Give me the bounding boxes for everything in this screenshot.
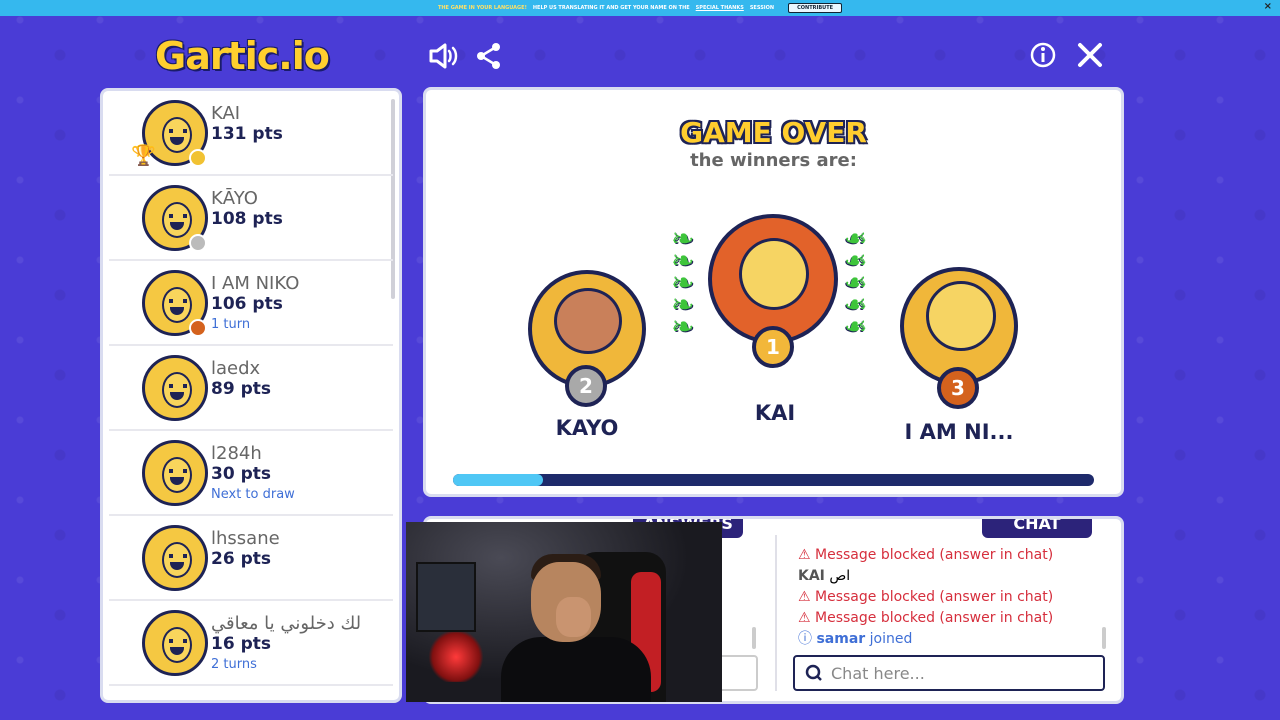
player-points: 26 pts [211, 549, 271, 569]
chat-message: ⓘ samar joined [798, 629, 1098, 650]
warning-icon: ⚠ [798, 610, 816, 626]
game-over-panel: GAME OVER the winners are: ❧ ❧ ❧ ❧ ❧ ❧ ❧ ❧ ❧ ❧ 1… [423, 87, 1124, 497]
player-avatar [142, 440, 208, 506]
chat-message-text: Message blocked (answer in chat) [815, 547, 1054, 563]
player-row[interactable]: lhssane 26 pts [109, 516, 393, 601]
chat-message-text: Message blocked (answer in chat) [815, 610, 1054, 626]
player-rank-dot [189, 234, 207, 252]
trophy-icon: 🏆 [131, 143, 156, 167]
banner-text: HELP US TRANSLATING IT AND GET YOUR NAME… [532, 5, 690, 11]
share-icon[interactable] [476, 42, 502, 74]
chat-message-text: joined [869, 631, 913, 647]
banner-link[interactable]: SPECIAL THANKS [696, 5, 744, 11]
contribute-button[interactable]: CONTRIBUTE [788, 3, 843, 13]
logo-suffix: .io [278, 34, 330, 78]
chat-message-text: اص [829, 568, 851, 584]
winners-subtitle: the winners are: [690, 150, 857, 171]
player-status: 1 turn [211, 317, 251, 332]
chat-message-text: Message blocked (answer in chat) [815, 589, 1054, 605]
warning-icon: ⚠ [798, 547, 816, 563]
tab-chat[interactable]: CHAT [982, 519, 1092, 538]
translation-banner: THE GAME IN YOUR LANGUAGE! HELP US TRANS… [0, 0, 1280, 16]
winner-second-name: KAYO [555, 416, 619, 440]
laurel-left-icon: ❧ ❧ ❧ ❧ ❧ [671, 222, 695, 343]
info-small-icon: ⓘ [798, 631, 817, 647]
player-name: lhssane [211, 528, 280, 549]
laurel-right-icon: ❧ ❧ ❧ ❧ ❧ [844, 222, 868, 343]
player-row[interactable]: KĀYO 108 pts [109, 176, 393, 261]
winner-third-name: I AM NI... [904, 420, 1014, 444]
medal-bronze-icon: 3 [937, 367, 979, 409]
round-progress-bar [453, 474, 1094, 486]
chat-scrollbar[interactable] [1102, 627, 1106, 649]
game-over-title: GAME OVER [680, 116, 867, 149]
chat-search-icon [805, 664, 822, 681]
player-status: 2 turns [211, 657, 257, 672]
player-rank-dot [189, 319, 207, 337]
banner-close-icon[interactable]: × [1264, 1, 1272, 12]
speaker-icon[interactable] [428, 42, 458, 74]
banner-lead: THE GAME IN YOUR LANGUAGE! [437, 5, 527, 11]
chat-message: ⚠ Message blocked (answer in chat) [798, 587, 1098, 608]
player-points: 89 pts [211, 379, 271, 399]
player-row[interactable]: 🏆 KAI 131 pts [109, 91, 393, 176]
chat-message: ⚠ Message blocked (answer in chat) [798, 545, 1098, 566]
player-row[interactable]: I AM NIKO 106 pts 1 turn [109, 261, 393, 346]
player-rank-dot [189, 149, 207, 167]
player-points: 30 pts [211, 464, 271, 484]
player-points: 106 pts [211, 294, 283, 314]
chat-username: samar [816, 631, 866, 647]
banner-tail: SESSION [749, 5, 775, 11]
answers-scrollbar[interactable] [752, 627, 756, 649]
answers-input[interactable] [716, 655, 758, 691]
players-panel: 🏆 KAI 131 pts KĀYO 108 pts I AM NIKO 106 pts 1 … [100, 88, 402, 703]
player-row[interactable]: laedx 89 pts [109, 346, 393, 431]
chat-message: ⚠ Message blocked (answer in chat) [798, 608, 1098, 629]
chat-input-box[interactable] [793, 655, 1105, 691]
player-name: l284h [211, 443, 262, 464]
player-name: I AM NIKO [211, 273, 300, 294]
chat-username: KAI [798, 568, 825, 584]
medal-silver-icon: 2 [565, 365, 607, 407]
round-progress-fill [453, 474, 543, 486]
gartic-logo[interactable]: Gartic.io [155, 34, 330, 78]
winner-first-name: KAI [754, 401, 796, 425]
chat-message: KAI اص [798, 566, 1098, 587]
info-icon[interactable] [1030, 42, 1056, 72]
player-row[interactable]: l284h 30 pts Next to draw [109, 431, 393, 516]
player-avatar [142, 610, 208, 676]
player-name: KĀYO [211, 188, 258, 209]
player-list: 🏆 KAI 131 pts KĀYO 108 pts I AM NIKO 106 pts 1 … [103, 91, 399, 686]
player-points: 16 pts [211, 634, 271, 654]
close-icon[interactable] [1077, 42, 1103, 72]
medal-gold-icon: 1 [752, 326, 794, 368]
logo-main: Gartic [155, 34, 279, 78]
chat-input[interactable] [831, 663, 1091, 683]
player-row[interactable]: لك دخلوني يا معاقي 16 pts 2 turns [109, 601, 393, 686]
warning-icon: ⚠ [798, 589, 816, 605]
winner-first-avatar [708, 214, 838, 344]
streamer-webcam [406, 522, 722, 702]
player-name: لك دخلوني يا معاقي [211, 613, 362, 634]
chat-divider [775, 535, 777, 691]
player-name: KAI [211, 103, 241, 124]
chat-log: ⚠ Message blocked (answer in chat) KAI اص… [798, 545, 1098, 650]
player-avatar [142, 525, 208, 591]
player-avatar [142, 355, 208, 421]
player-status: Next to draw [211, 487, 295, 502]
player-name: laedx [211, 358, 261, 379]
player-points: 131 pts [211, 124, 283, 144]
player-points: 108 pts [211, 209, 283, 229]
